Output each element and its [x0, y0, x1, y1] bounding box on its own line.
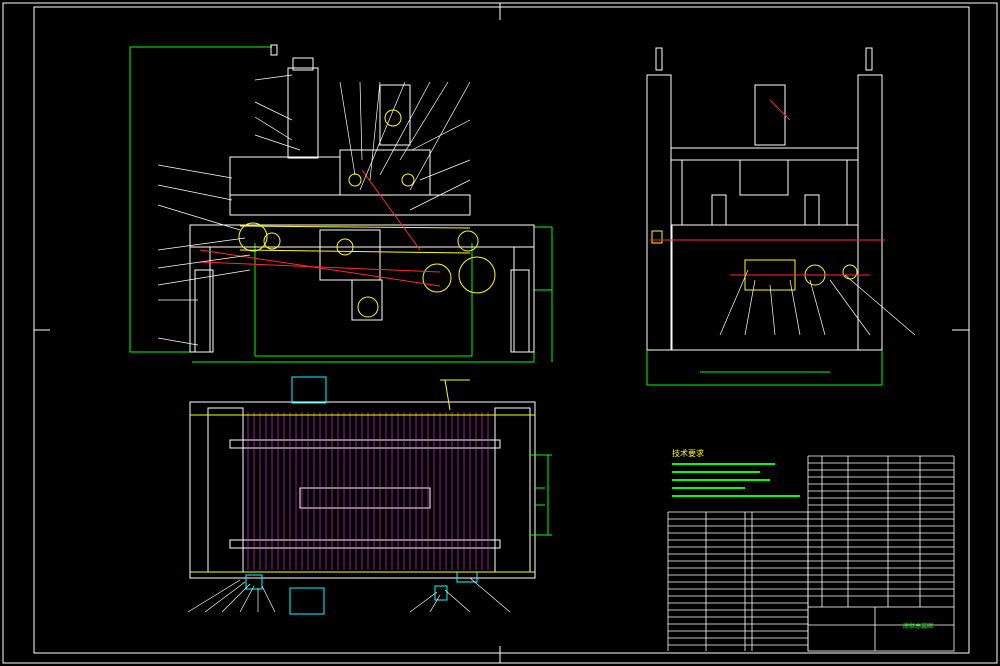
cad-drawing-canvas: 技术要求 底框总装图	[2, 2, 998, 664]
front-frame	[189, 44, 535, 353]
top-frame	[189, 401, 536, 579]
top-leaders	[187, 577, 511, 613]
drawing-name: 底框总装图	[903, 622, 933, 630]
side-center-lines	[650, 99, 885, 276]
notes-title: 技术要求	[672, 448, 704, 458]
notes-lines	[672, 463, 800, 497]
technical-notes: 技术要求	[672, 448, 800, 497]
top-hidden-lines	[190, 379, 535, 573]
top-section-hatch	[247, 412, 489, 570]
side-leaders	[719, 269, 916, 336]
front-rollers	[238, 109, 496, 318]
side-view	[646, 47, 916, 386]
front-view-dimensions	[129, 46, 553, 363]
side-dimensions	[646, 350, 883, 386]
top-dimensions	[530, 454, 552, 536]
front-leaders	[157, 74, 471, 346]
side-frame	[646, 47, 883, 351]
inner-border	[33, 6, 970, 654]
top-view	[187, 376, 552, 615]
parts-list	[667, 455, 955, 651]
front-view	[129, 44, 553, 363]
title-block: 底框总装图	[807, 606, 955, 652]
